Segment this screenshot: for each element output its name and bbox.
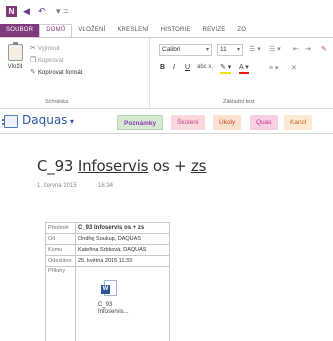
tab-history[interactable]: HISTORIE	[155, 24, 197, 37]
tab-file[interactable]: SOUBOR	[0, 24, 40, 37]
onenote-app-icon: N	[6, 6, 17, 17]
from-value: Ondřej Soukup, DAQUAS	[75, 233, 170, 245]
section-tab-quas[interactable]: Quas	[250, 115, 278, 130]
section-tab-ukoly[interactable]: Úkoly	[213, 115, 242, 130]
notebook-name-dropdown[interactable]: Daquas	[22, 113, 74, 127]
tab-view[interactable]: ZO	[231, 24, 252, 37]
page-title-prefix: C_93	[37, 157, 78, 175]
font-name-select[interactable]: Calibri	[159, 44, 212, 56]
table-row: Komu Kateřina Srbková, DAQUAS	[45, 244, 170, 256]
ribbon: Vložit ✂ Vyjmout ❐ Kopírovat ✎ Kopírovat fo…	[0, 37, 333, 109]
paste-button[interactable]: Vložit	[3, 42, 27, 88]
sent-value: 25. května 2015 11:33	[75, 255, 170, 267]
attachment-name[interactable]: C_93 Infoservis...	[98, 302, 143, 316]
paste-label: Vložit	[7, 64, 23, 70]
underline-button[interactable]: U	[185, 64, 190, 71]
from-key: Od	[45, 233, 76, 245]
clipboard-group-label: Schránka	[45, 99, 69, 105]
table-row: Od Ondřej Soukup, DAQUAS	[45, 233, 170, 245]
font-color-icon[interactable]: A ▾	[239, 63, 249, 74]
clear-formatting-icon[interactable]: ✎	[321, 45, 327, 53]
table-row: Přílohy C_93 Infoservis...	[45, 266, 170, 341]
format-painter-icon: ✎	[30, 69, 36, 76]
email-info-table: Předmět C_93 Infoservis os + zs Od Ondře…	[45, 222, 170, 341]
align-icon[interactable]: ≡ ▾	[269, 64, 279, 72]
scissors-icon: ✂	[30, 45, 36, 52]
font-size-select[interactable]: 11	[217, 44, 243, 56]
page-title-link2: zs	[190, 157, 207, 175]
tab-review[interactable]: REVIZE	[197, 24, 232, 37]
word-document-icon[interactable]	[101, 280, 117, 296]
bold-button[interactable]: B	[160, 64, 165, 71]
subject-key: Předmět	[45, 222, 76, 234]
decrease-indent-icon[interactable]: ⇤	[293, 45, 299, 53]
tab-home[interactable]: DOMŮ	[39, 24, 73, 37]
delete-icon[interactable]: ✕	[291, 64, 297, 72]
tab-insert[interactable]: VLOŽENÍ	[72, 24, 111, 37]
to-value: Kateřina Srbková, DAQUAS	[75, 244, 170, 256]
copy-icon: ❐	[30, 57, 37, 64]
section-tab-skoleni[interactable]: Školení	[171, 115, 205, 130]
to-key: Komu	[45, 244, 76, 256]
page-time: 16:34	[98, 183, 114, 189]
highlight-icon[interactable]: ✎ ▾	[220, 63, 232, 74]
italic-button[interactable]: I	[173, 64, 175, 71]
notebook-icon	[2, 115, 18, 128]
basic-text-group: Calibri 11 ☰ ▾ ☰ ▾ ⇤ ⇥ ✎ B I U abc x, ✎ …	[151, 38, 333, 108]
increase-indent-icon[interactable]: ⇥	[305, 45, 311, 53]
basic-text-group-label: Základní text	[223, 99, 255, 105]
attachments-value: C_93 Infoservis...	[75, 266, 170, 341]
page-title-link: Infoservis	[77, 157, 149, 175]
quick-access-toolbar: N ◀ ↶ ▾ =	[0, 0, 333, 24]
page-date: 1. června 2015	[37, 183, 77, 189]
paste-icon	[7, 42, 23, 61]
section-tab-poznamky[interactable]: Poznámky	[117, 115, 164, 130]
cut-label: Vyjmout	[38, 46, 60, 52]
table-row: Odesláno 25. května 2015 11:33	[45, 255, 170, 267]
customize-qat-icon[interactable]: ▾ =	[56, 6, 68, 17]
tab-draw[interactable]: KRESLENÍ	[111, 24, 154, 37]
page-title[interactable]: C_93 Infoservis os + zs	[37, 157, 206, 175]
undo-icon[interactable]: ↶	[38, 6, 46, 17]
format-painter-button[interactable]: ✎ Kopírovat formát	[30, 68, 82, 76]
back-icon[interactable]: ◀	[23, 6, 30, 17]
ribbon-tabs: SOUBOR DOMŮ VLOŽENÍ KRESLENÍ HISTORIE RE…	[0, 24, 333, 37]
cut-button[interactable]: ✂ Vyjmout	[30, 44, 59, 52]
strikethrough-button[interactable]: abc x,	[197, 64, 213, 70]
subject-value: C_93 Infoservis os + zs	[75, 222, 170, 234]
clipboard-group: Vložit ✂ Vyjmout ❐ Kopírovat ✎ Kopírovat fo…	[0, 38, 150, 108]
page-title-rest: os +	[148, 157, 191, 175]
copy-label: Kopírovat	[38, 58, 64, 64]
section-tab-kancl[interactable]: Kancl	[284, 115, 313, 130]
bullet-list-icon[interactable]: ☰ ▾	[249, 45, 261, 53]
numbered-list-icon[interactable]: ☰ ▾	[269, 45, 281, 53]
copy-button[interactable]: ❐ Kopírovat	[30, 56, 64, 64]
table-row: Předmět C_93 Infoservis os + zs	[45, 222, 170, 234]
notebook-bar: Daquas Poznámky Školení Úkoly Quas Kancl	[0, 110, 333, 134]
sent-key: Odesláno	[45, 255, 76, 267]
format-painter-label: Kopírovat formát	[38, 70, 83, 76]
attachments-key: Přílohy	[45, 266, 76, 341]
